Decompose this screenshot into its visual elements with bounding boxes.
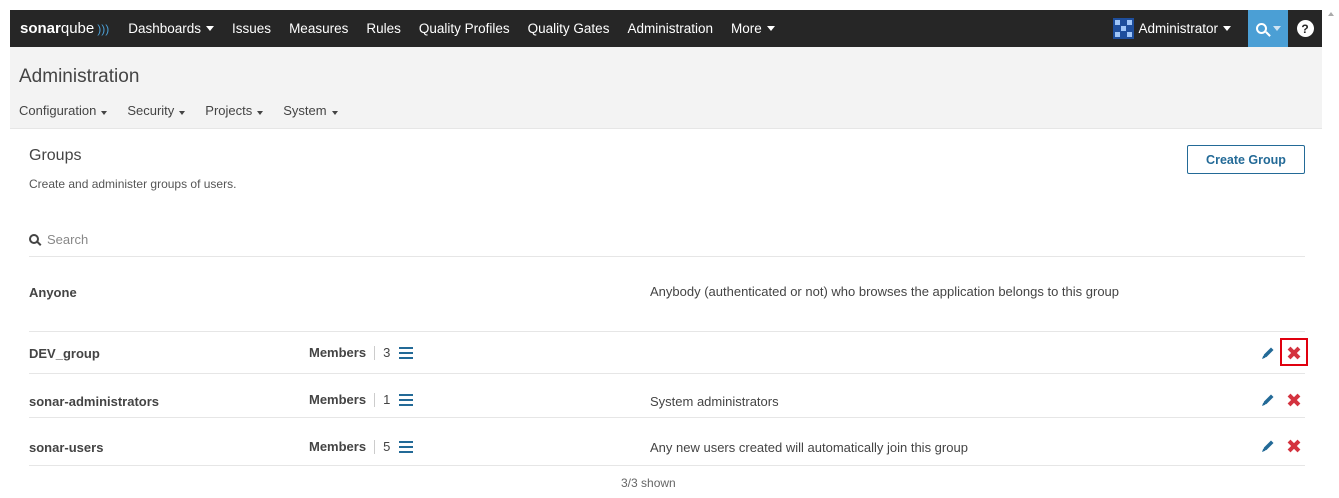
- group-name: DEV_group: [29, 346, 100, 361]
- nav-issues[interactable]: Issues: [223, 10, 280, 47]
- pencil-icon[interactable]: [1260, 438, 1276, 454]
- subnav-projects-label: Projects: [205, 103, 253, 118]
- list-icon[interactable]: [399, 346, 414, 359]
- table-row: sonar-users Members 5 Any new users crea…: [29, 418, 1305, 466]
- subnav-projects[interactable]: Projects: [205, 103, 264, 118]
- search-input[interactable]: [47, 231, 647, 247]
- nav-quality-gates-label: Quality Gates: [527, 21, 610, 36]
- group-description: System administrators: [650, 394, 779, 409]
- create-group-button[interactable]: Create Group: [1187, 145, 1305, 174]
- group-name: sonar-users: [29, 440, 104, 455]
- group-name: Anyone: [29, 285, 77, 300]
- chevron-down-icon: [1223, 26, 1231, 31]
- avatar: [1113, 18, 1135, 39]
- divider: [374, 439, 376, 454]
- logo-wave-icon: ))): [97, 21, 110, 36]
- sonarqube-logo[interactable]: sonar qube))): [10, 10, 119, 47]
- nav-quality-gates[interactable]: Quality Gates: [519, 10, 619, 47]
- search-icon: [29, 234, 39, 244]
- user-menu[interactable]: Administrator: [1104, 10, 1240, 47]
- nav-quality-profiles-label: Quality Profiles: [418, 21, 510, 36]
- nav-issues-label: Issues: [232, 21, 272, 36]
- nav-more[interactable]: More: [722, 10, 784, 47]
- nav-dashboards-label: Dashboards: [128, 21, 202, 36]
- group-description: Any new users created will automatically…: [650, 440, 968, 455]
- members-count: 5: [383, 439, 391, 454]
- scrollbar-up-arrow-icon[interactable]: [1328, 12, 1334, 16]
- list-icon[interactable]: [399, 440, 414, 453]
- members-cell: Members 5: [309, 439, 414, 454]
- admin-subnav: Configuration Security Projects System: [19, 103, 358, 118]
- members-cell: Members 3: [309, 345, 414, 360]
- nav-rules[interactable]: Rules: [357, 10, 410, 47]
- table-row: sonar-administrators Members 1 System ad…: [29, 374, 1305, 418]
- context-title: Administration: [19, 66, 140, 87]
- members-count: 1: [383, 392, 391, 407]
- subnav-security[interactable]: Security: [127, 103, 186, 118]
- divider: [374, 345, 376, 360]
- delete-highlight-box: [1280, 338, 1308, 366]
- chevron-down-icon: [179, 111, 186, 115]
- divider: [374, 392, 376, 407]
- top-navbar: sonar qube))) Dashboards Issues Measures …: [10, 10, 1322, 47]
- help-button[interactable]: ?: [1288, 10, 1322, 47]
- subnav-system-label: System: [283, 103, 327, 118]
- nav-measures-label: Measures: [289, 21, 349, 36]
- members-label: Members: [309, 439, 367, 454]
- members-count: 3: [383, 345, 391, 360]
- chevron-down-icon: [766, 26, 775, 31]
- chevron-down-icon: [331, 111, 338, 115]
- nav-more-label: More: [731, 21, 762, 36]
- pencil-icon[interactable]: [1260, 392, 1276, 408]
- search-icon: [1255, 23, 1267, 34]
- shown-count: 3/3 shown: [621, 476, 676, 490]
- group-name: sonar-administrators: [29, 394, 160, 409]
- chevron-down-icon: [1272, 26, 1281, 31]
- subnav-system[interactable]: System: [283, 103, 338, 118]
- page-description: Create and administer groups of users.: [29, 177, 237, 191]
- page-title: Groups: [29, 147, 82, 164]
- table-row: DEV_group Members 3: [29, 332, 1308, 374]
- subnav-security-label: Security: [127, 103, 175, 118]
- subnav-configuration-label: Configuration: [19, 103, 97, 118]
- delete-icon[interactable]: [1287, 393, 1301, 407]
- members-label: Members: [309, 345, 367, 360]
- members-label: Members: [309, 392, 367, 407]
- brand-rest: qube: [60, 20, 95, 37]
- nav-administration[interactable]: Administration: [618, 10, 722, 47]
- brand-bold: sonar: [20, 20, 61, 37]
- chevron-down-icon: [101, 111, 108, 115]
- delete-icon[interactable]: [1287, 439, 1301, 453]
- search-bar: [29, 222, 1305, 257]
- pencil-icon[interactable]: [1260, 345, 1276, 361]
- members-cell: Members 1: [309, 392, 414, 407]
- nav-administration-label: Administration: [627, 21, 713, 36]
- help-icon: ?: [1296, 20, 1314, 37]
- nav-measures[interactable]: Measures: [280, 10, 357, 47]
- nav-quality-profiles[interactable]: Quality Profiles: [410, 10, 519, 47]
- user-name: Administrator: [1138, 21, 1218, 36]
- subnav-configuration[interactable]: Configuration: [19, 103, 108, 118]
- global-search-button[interactable]: [1248, 10, 1288, 47]
- chevron-down-icon: [257, 111, 264, 115]
- context-bar: Administration Configuration Security Pr…: [10, 47, 1322, 129]
- nav-dashboards[interactable]: Dashboards: [119, 10, 223, 47]
- nav-rules-label: Rules: [366, 21, 401, 36]
- list-icon[interactable]: [399, 393, 414, 406]
- group-description: Anybody (authenticated or not) who brows…: [650, 284, 1120, 299]
- nav-right: Administrator ?: [1104, 10, 1322, 47]
- chevron-down-icon: [206, 26, 215, 31]
- table-row: Anyone Anybody (authenticated or not) wh…: [29, 258, 1305, 332]
